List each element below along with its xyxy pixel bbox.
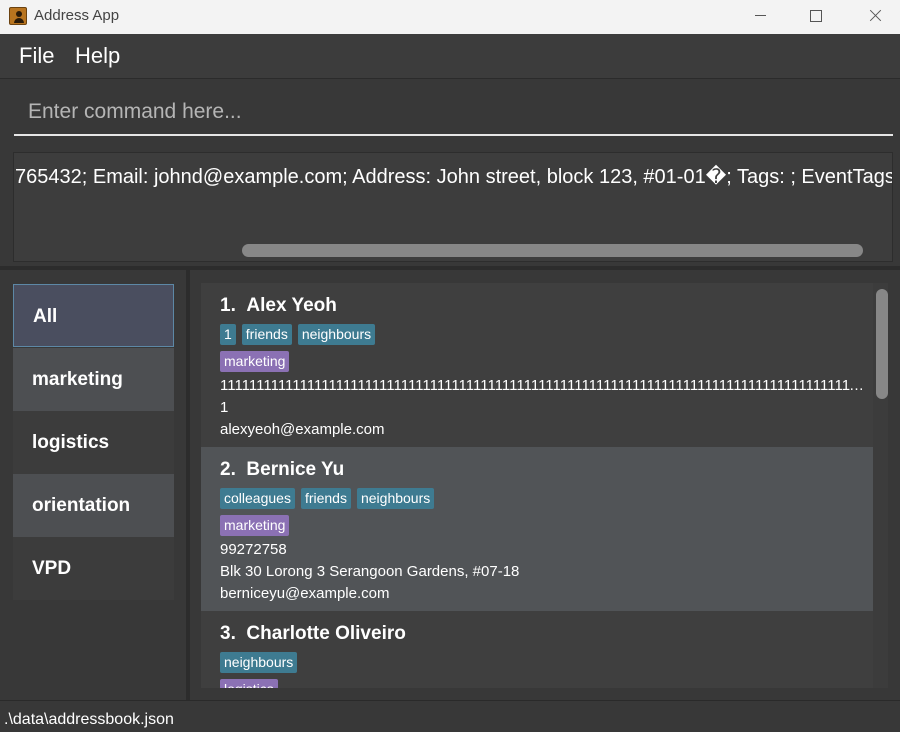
person-card[interactable]: 1. Alex Yeoh 1 friends neighbours marketin…	[201, 283, 873, 447]
person-phone: 99272758	[220, 541, 287, 558]
person-index: 1.	[220, 295, 236, 316]
event-tag: marketing	[220, 515, 290, 536]
person-list: 1. Alex Yeoh 1 friends neighbours marketin…	[201, 283, 873, 688]
menu-help[interactable]: Help	[75, 43, 120, 69]
close-button[interactable]	[845, 0, 900, 32]
maximize-button[interactable]	[788, 0, 843, 32]
person-card[interactable]: 3. Charlotte Oliveiro neighbours logisti…	[201, 611, 873, 688]
person-name-text: Alex Yeoh	[246, 295, 337, 316]
tab-vpd[interactable]: VPD	[13, 537, 174, 600]
event-tag: marketing	[220, 351, 290, 372]
person-name: 2. Bernice Yu	[220, 459, 344, 481]
person-index: 3.	[220, 623, 236, 644]
person-address: 1	[220, 399, 229, 416]
tab-orientation[interactable]: orientation	[13, 474, 174, 537]
tag: neighbours	[297, 324, 376, 345]
tab-logistics[interactable]: logistics	[13, 411, 174, 474]
minimize-button[interactable]	[733, 0, 788, 32]
title-bar: Address App	[0, 0, 900, 34]
person-card[interactable]: 2. Bernice Yu colleagues friends neighbour…	[201, 447, 873, 611]
tag: neighbours	[220, 652, 298, 673]
command-input[interactable]	[14, 90, 893, 134]
person-name: 3. Charlotte Oliveiro	[220, 623, 406, 645]
menu-file[interactable]: File	[19, 43, 54, 69]
tab-marketing[interactable]: marketing	[13, 348, 174, 411]
person-name: 1. Alex Yeoh	[220, 295, 337, 317]
address-book-icon	[9, 7, 27, 25]
person-phone: 1111111111111111111111111111111111111111…	[220, 377, 865, 394]
window-title: Address App	[34, 7, 120, 24]
tag-row: colleagues friends neighbours	[220, 488, 440, 510]
tab-all[interactable]: All	[13, 284, 174, 347]
tag: 1	[220, 324, 236, 345]
event-tag: logistics	[220, 679, 278, 688]
result-display[interactable]: 765432; Email: johnd@example.com; Addres…	[13, 152, 893, 262]
person-email: alexyeoh@example.com	[220, 421, 385, 438]
event-tag-row: logistics	[220, 679, 284, 688]
result-text: 765432; Email: johnd@example.com; Addres…	[15, 166, 893, 188]
person-email: berniceyu@example.com	[220, 585, 390, 602]
person-address: Blk 30 Lorong 3 Serangoon Gardens, #07-1…	[220, 563, 520, 580]
tag-row: 1 friends neighbours	[220, 324, 381, 346]
tag: friends	[241, 324, 292, 345]
status-bar: .\data\addressbook.json	[0, 700, 900, 732]
event-tag-row: marketing	[220, 351, 295, 373]
split-divider-vertical[interactable]	[186, 270, 190, 700]
tag-row: neighbours	[220, 652, 303, 674]
person-name-text: Charlotte Oliveiro	[246, 623, 406, 644]
save-location: .\data\addressbook.json	[4, 711, 174, 728]
tag: friends	[300, 488, 351, 509]
horizontal-scrollbar[interactable]	[242, 244, 863, 257]
menu-bar: File Help	[0, 34, 900, 79]
event-tag-row: marketing	[220, 515, 295, 537]
tag: colleagues	[220, 488, 295, 509]
person-name-text: Bernice Yu	[246, 459, 345, 480]
command-box	[14, 90, 893, 136]
person-index: 2.	[220, 459, 236, 480]
vertical-scrollbar[interactable]	[876, 289, 888, 399]
tag: neighbours	[356, 488, 435, 509]
